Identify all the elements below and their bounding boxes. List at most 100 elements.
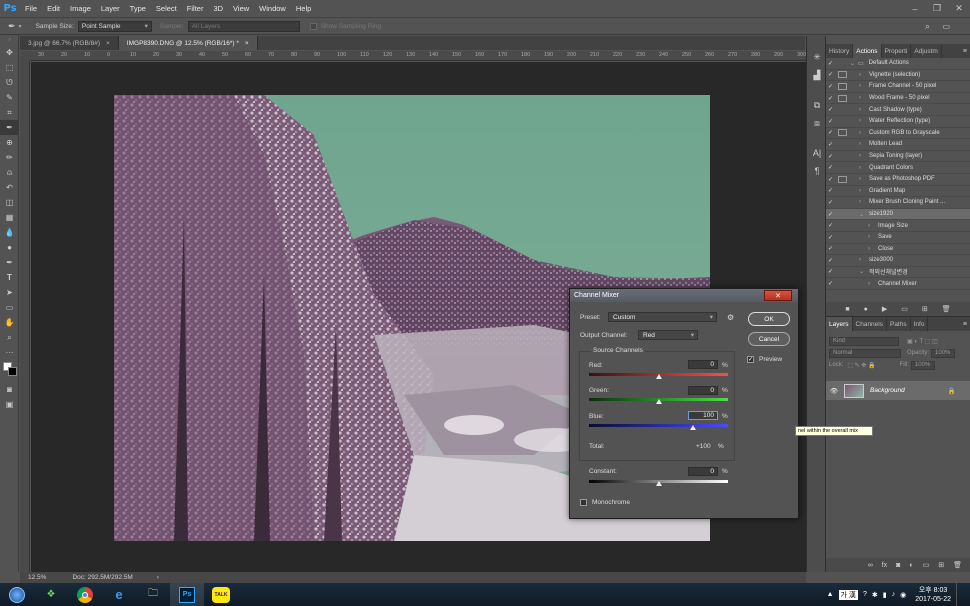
action-enabled-check-icon[interactable]: ✓ [826,187,835,194]
expand-chevron-icon[interactable]: › [859,199,867,205]
layer-name[interactable]: Background [870,387,905,394]
dialog-toggle-icon[interactable] [838,71,847,79]
action-row[interactable]: ✓ › size3000 [826,255,970,267]
opacity-input[interactable]: 100% [931,348,956,358]
lasso-tool-icon[interactable]: ᘎ [0,75,19,90]
adjustment-brightness-icon[interactable]: ✳ [807,48,827,66]
dialog-toggle-icon[interactable] [838,94,847,102]
menu-file[interactable]: File [20,4,42,13]
action-row[interactable]: ✓ › Quadrant Colors [826,162,970,174]
ruler-vertical[interactable] [20,61,30,572]
workspace-icon[interactable]: ▭ [942,22,950,31]
clone-source-icon[interactable]: ⧈ [807,114,827,132]
expand-chevron-icon[interactable]: › [868,246,876,252]
search-icon[interactable]: ⌕ [925,21,930,32]
menu-filter[interactable]: Filter [182,4,209,13]
minimize-icon[interactable]: – [904,0,926,17]
menu-layer[interactable]: Layer [96,4,125,13]
action-enabled-check-icon[interactable]: ✓ [826,176,835,183]
blue-input[interactable]: 100 [688,411,718,420]
eyedropper-tool-icon[interactable]: ✒ [0,120,19,135]
action-enabled-check-icon[interactable]: ✓ [826,118,835,125]
ime-indicator[interactable]: 가 漢 [838,589,858,600]
adjustment-layer-icon[interactable]: ◐ [909,562,913,569]
chrome-icon[interactable] [68,583,102,606]
blend-mode-select[interactable]: Normal [829,348,901,358]
eraser-tool-icon[interactable]: ◫ [0,195,19,210]
action-enabled-check-icon[interactable]: ✓ [826,222,835,229]
action-row[interactable]: ✓ › Custom RGB to Grayscale [826,128,970,140]
dialog-toggle-icon[interactable] [838,60,847,67]
link-icon[interactable]: ∞ [868,562,873,569]
action-enabled-check-icon[interactable]: ✓ [826,106,835,113]
action-row[interactable]: ✓ › Vignette (selection) [826,70,970,82]
stop-icon[interactable]: ■ [845,306,849,313]
tab-layers[interactable]: Layers [826,317,853,331]
mask-icon[interactable]: ◙ [896,562,900,569]
path-select-icon[interactable]: ➤ [0,285,19,300]
menu-3d[interactable]: 3D [208,4,228,13]
action-row[interactable]: ✓ ⌄ size1920 [826,208,970,221]
screen-mode-icon[interactable]: ▣ [0,397,19,412]
hand-tool-icon[interactable]: ✋ [0,315,19,330]
dialog-toggle-icon[interactable] [838,164,847,171]
tab-properties[interactable]: Properti [882,44,912,58]
action-enabled-check-icon[interactable]: ✓ [826,71,835,78]
toolbar-grip[interactable]: » [0,35,19,45]
status-menu-arrow-icon[interactable]: › [157,574,159,581]
delete-icon[interactable]: 🗑 [942,305,951,313]
fill-input[interactable]: 100% [910,360,935,370]
action-row[interactable]: ✓ › Channel Mixer [826,278,970,290]
more-tools-icon[interactable]: ··· [0,345,19,360]
lock-icons[interactable]: ⬚ ✎ ✥ 🔒 [847,362,875,369]
tab-adjustments[interactable]: Adjustm [911,44,942,58]
healing-brush-icon[interactable]: ⊕ [0,135,19,150]
type-tool-icon[interactable]: T [0,270,19,285]
dialog-toggle-icon[interactable] [838,222,847,229]
menu-help[interactable]: Help [291,4,316,13]
kind-filter[interactable]: Kind [829,336,899,346]
action-row[interactable]: ✓ › Save as Photoshop PDF [826,174,970,186]
dialog-toggle-icon[interactable] [838,141,847,148]
volume-icon[interactable]: ♪ [892,591,896,598]
action-row[interactable]: ✓ ⌄ ▭ Default Actions [826,58,970,70]
constant-slider-thumb[interactable] [655,481,662,486]
record-icon[interactable]: ● [864,306,868,313]
tray-arrow-icon[interactable]: ▲ [827,591,834,598]
filter-icons[interactable]: ▣ ◐ T ⬚ ◫ [907,338,938,345]
action-enabled-check-icon[interactable]: ✓ [826,141,835,148]
action-enabled-check-icon[interactable]: ✓ [826,153,835,160]
panel-menu-icon[interactable]: ≡ [963,44,970,58]
action-enabled-check-icon[interactable]: ✓ [826,280,835,287]
expand-chevron-icon[interactable]: › [859,153,867,159]
action-row[interactable]: ✓ › Cast Shadow (type) [826,104,970,116]
green-input[interactable]: 0 [688,386,718,395]
menu-type[interactable]: Type [125,4,151,13]
help-icon[interactable]: ? [863,591,867,598]
paragraph-icon[interactable]: ¶ [807,162,827,180]
expand-chevron-icon[interactable]: › [859,165,867,171]
eyedropper-tool-icon[interactable]: ✒ [8,21,16,32]
dialog-toggle-icon[interactable] [838,280,847,287]
tab-history[interactable]: History [826,44,854,58]
dialog-toggle-icon[interactable] [838,187,847,194]
expand-chevron-icon[interactable]: › [859,107,867,113]
character-icon[interactable]: A| [807,144,827,162]
maximize-icon[interactable]: ❐ [926,0,948,17]
action-row[interactable]: ✓ › Frame Channel - 50 pixel [826,81,970,93]
tab-3-jpg[interactable]: 3.jpg @ 66.7% (RGB/8#) × [20,36,119,50]
action-enabled-check-icon[interactable]: ✓ [826,164,835,171]
expand-chevron-icon[interactable]: › [859,130,867,136]
expand-chevron-icon[interactable]: ⌄ [859,211,867,218]
expand-chevron-icon[interactable]: ⌄ [859,268,867,275]
dialog-toggle-icon[interactable] [838,106,847,113]
dialog-toggle-icon[interactable] [838,118,847,125]
layer-background[interactable]: 👁 Background 🔒 [826,381,970,400]
visibility-eye-icon[interactable]: 👁 [826,387,842,395]
red-input[interactable]: 0 [688,360,718,369]
ok-button[interactable]: OK [748,312,790,326]
action-row[interactable]: ✓ › Image Size [826,220,970,232]
close-icon[interactable]: ✕ [948,0,970,17]
network-icon[interactable]: ▮ [883,591,887,599]
red-slider-thumb[interactable] [655,374,662,379]
